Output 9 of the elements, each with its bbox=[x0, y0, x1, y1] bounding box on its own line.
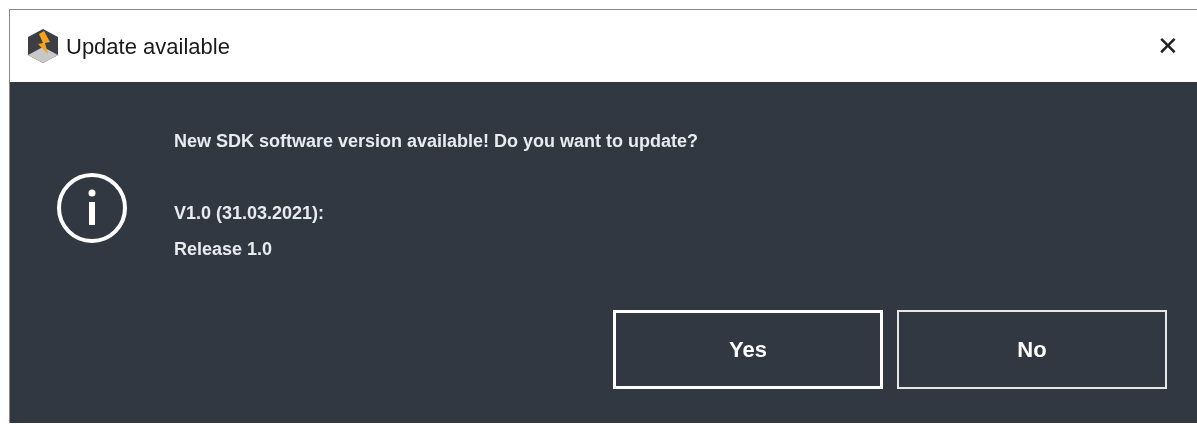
message-text: New SDK software version available! Do you want to update? bbox=[174, 130, 699, 153]
close-button[interactable]: ✕ bbox=[1153, 33, 1183, 59]
message-text: V1.0 (31.03.2021): bbox=[174, 202, 326, 225]
message-text: Release 1.0 bbox=[174, 238, 274, 261]
dialog-button[interactable]: Yes bbox=[613, 310, 883, 389]
info-icon bbox=[54, 170, 130, 246]
window-title: Update available bbox=[66, 32, 230, 61]
dialog-button[interactable]: No bbox=[897, 310, 1167, 389]
app-logo-icon bbox=[26, 28, 60, 64]
